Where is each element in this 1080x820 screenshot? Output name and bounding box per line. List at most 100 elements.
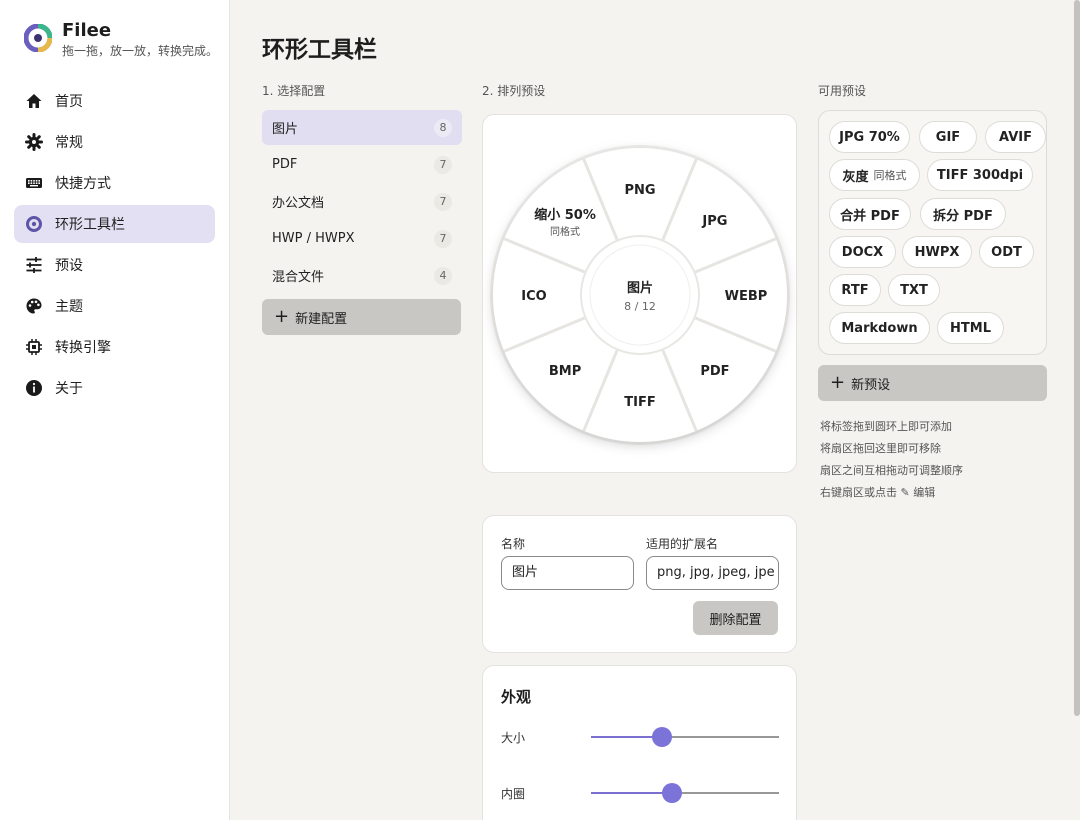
sidebar-item-theme[interactable]: 主题 [14, 287, 215, 325]
new-preset-label: 新预设 [851, 377, 891, 393]
appearance-card: 外观 大小 内圈 [482, 665, 797, 820]
name-input[interactable]: 图片 [501, 556, 634, 590]
sidebar: Filee 拖一拖，放一放，转换完成。 首页 常规 快捷方式 环形工具栏 预设 … [0, 0, 230, 820]
inner-slider-label: 内圈 [501, 787, 526, 801]
config-item-mixed[interactable]: 混合文件 4 [262, 258, 462, 293]
preset-chip[interactable]: 灰度 同格式 [829, 159, 920, 191]
config-item-hwp[interactable]: HWP / HWPX 7 [262, 221, 462, 256]
brand: Filee 拖一拖，放一放，转换完成。 [24, 20, 218, 60]
preset-chip-label: RTF [841, 282, 869, 298]
sidebar-item-home[interactable]: 首页 [14, 82, 215, 120]
ring-segment-label[interactable]: WEBP [725, 289, 768, 304]
preset-chip-label: TXT [900, 282, 928, 298]
preset-chip-label: AVIF [999, 129, 1032, 145]
new-config-button[interactable]: + 新建配置 [262, 299, 461, 335]
section-label-config: 1. 选择配置 [262, 84, 326, 98]
info-icon [26, 380, 42, 396]
page-title: 环形工具栏 [262, 37, 377, 63]
ring-center-title: 图片 [627, 280, 653, 296]
ring-segment-label[interactable]: PNG [624, 183, 655, 198]
slider-fill [591, 792, 672, 794]
home-icon [26, 94, 42, 108]
sidebar-item-label: 常规 [55, 135, 83, 151]
config-item-office[interactable]: 办公文档 7 [262, 184, 462, 219]
slider-thumb[interactable] [652, 727, 673, 747]
config-item-count: 7 [434, 155, 452, 174]
hint-text: 扇区之间互相拖动可调整顺序 [820, 464, 963, 477]
section-label-available: 可用预设 [818, 84, 867, 98]
preset-chip[interactable]: TXT [888, 274, 940, 306]
config-item-name: PDF [272, 157, 298, 172]
delete-config-button[interactable]: 删除配置 [693, 601, 778, 635]
sidebar-item-shortcuts[interactable]: 快捷方式 [14, 164, 215, 202]
preset-chip[interactable]: 拆分 PDF [920, 198, 1006, 230]
preset-chip[interactable]: 合并 PDF [829, 198, 911, 230]
hint-text: 右键扇区或点击 ✎ 编辑 [820, 486, 936, 499]
preset-chip-label: 灰度 [842, 169, 869, 185]
main-content: 环形工具栏 1. 选择配置 2. 排列预设 可用预设 图片 8 PDF 7 办公… [230, 0, 1080, 820]
sidebar-item-label: 环形工具栏 [55, 217, 125, 233]
config-item-images[interactable]: 图片 8 [262, 110, 462, 145]
config-item-name: 混合文件 [272, 270, 325, 285]
preset-chip-label: 合并 PDF [840, 208, 900, 224]
ring-segment-label[interactable]: ICO [521, 289, 546, 304]
palette-icon [26, 298, 42, 314]
ring-icon [26, 216, 42, 232]
app-name: Filee [62, 20, 112, 41]
config-form-card: 名称 图片 适用的扩展名 png, jpg, jpeg, jpe 删除配置 [482, 515, 797, 653]
config-item-name: 图片 [272, 122, 299, 137]
sliders-icon [26, 257, 42, 273]
config-item-name: 办公文档 [272, 196, 325, 211]
chip-icon [26, 339, 42, 355]
hint-text: 将扇区拖回这里即可移除 [820, 442, 941, 455]
app-tagline: 拖一拖，放一放，转换完成。 [62, 44, 219, 58]
preset-chip[interactable]: GIF [919, 121, 977, 153]
config-item-count: 7 [434, 192, 452, 211]
config-item-pdf[interactable]: PDF 7 [262, 147, 462, 182]
main-scrollbar[interactable] [1074, 0, 1080, 716]
app-logo-icon [24, 24, 52, 52]
ring-preview-card: PNG JPG WEBP PDF TIFF BMP ICO 缩小 50% 同格式 图片 8 / … [482, 114, 797, 473]
preset-chip-label: JPG 70% [839, 129, 900, 145]
preset-chip[interactable]: HTML [937, 312, 1004, 344]
preset-chip-label: HTML [950, 320, 991, 336]
size-slider[interactable] [591, 727, 779, 747]
sidebar-item-presets[interactable]: 预设 [14, 246, 215, 284]
preset-chip[interactable]: HWPX [902, 236, 972, 268]
preset-chip[interactable]: Markdown [829, 312, 930, 344]
sidebar-item-general[interactable]: 常规 [14, 123, 215, 161]
extensions-input[interactable]: png, jpg, jpeg, jpe [646, 556, 779, 590]
new-config-label: 新建配置 [295, 311, 348, 327]
config-item-count: 7 [434, 229, 452, 248]
ring-segment-label[interactable]: TIFF [624, 395, 655, 410]
ring-segment-label[interactable]: 缩小 50% [534, 207, 596, 223]
preset-chip[interactable]: AVIF [985, 121, 1046, 153]
sidebar-item-ring-toolbar[interactable]: 环形工具栏 [14, 205, 215, 243]
sidebar-item-engine[interactable]: 转换引擎 [14, 328, 215, 366]
preset-chip[interactable]: JPG 70% [829, 121, 910, 153]
preset-chip[interactable]: RTF [829, 274, 881, 306]
sidebar-item-label: 关于 [55, 381, 83, 397]
keyboard-icon [26, 178, 42, 188]
inner-slider[interactable] [591, 783, 779, 803]
available-presets: JPG 70% GIF AVIF 灰度 同格式 TIFF 300dpi 合并 PD… [818, 110, 1047, 355]
sidebar-item-label: 主题 [55, 299, 83, 315]
plus-icon: + [274, 306, 290, 327]
preset-chip-label: TIFF 300dpi [936, 167, 1024, 183]
sidebar-item-label: 首页 [55, 94, 83, 110]
ring-toolbar[interactable]: PNG JPG WEBP PDF TIFF BMP ICO 缩小 50% 同格式 图片 8 / … [483, 115, 798, 474]
name-field-label: 名称 [501, 537, 526, 551]
preset-chip[interactable]: DOCX [829, 236, 896, 268]
sidebar-item-label: 快捷方式 [55, 176, 111, 192]
ring-segment-label[interactable]: JPG [701, 214, 727, 229]
ring-segment-label[interactable]: PDF [700, 364, 729, 379]
new-preset-button[interactable]: + 新预设 [818, 365, 1047, 401]
preset-chip[interactable]: TIFF 300dpi [927, 159, 1033, 191]
preset-chip[interactable]: ODT [979, 236, 1034, 268]
sidebar-item-label: 预设 [55, 258, 83, 274]
slider-thumb[interactable] [661, 783, 682, 803]
size-slider-label: 大小 [501, 731, 526, 745]
sidebar-item-about[interactable]: 关于 [14, 369, 215, 407]
ring-segment-label[interactable]: BMP [549, 364, 581, 379]
gear-icon [25, 133, 43, 151]
